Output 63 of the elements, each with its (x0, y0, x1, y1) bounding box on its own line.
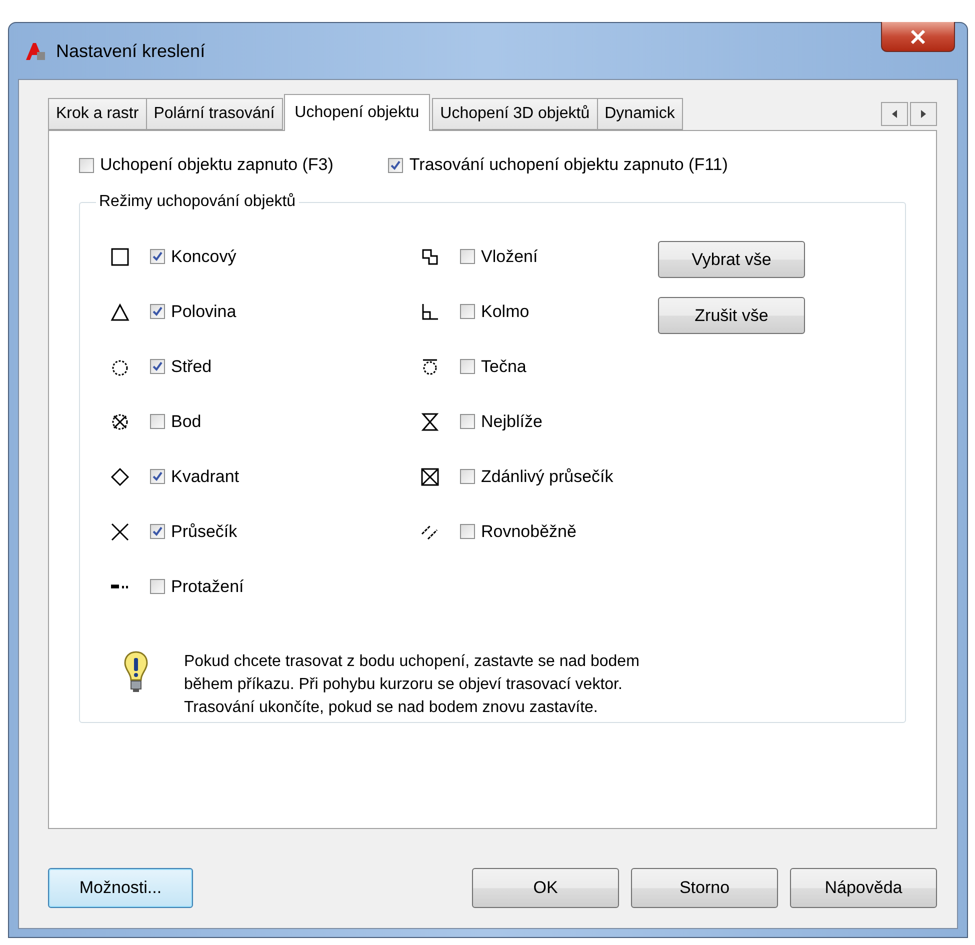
checkbox[interactable] (460, 524, 475, 539)
checkbox[interactable] (460, 414, 475, 429)
tab[interactable]: Polární trasování (146, 98, 283, 130)
checkbox-label: Střed (171, 356, 212, 376)
checkbox[interactable] (150, 524, 165, 539)
select-button[interactable]: Vybrat vše (658, 241, 805, 278)
scroll-left-button[interactable] (881, 102, 908, 126)
lightbulb-icon (123, 650, 149, 694)
checkbox[interactable] (150, 414, 165, 429)
snap-nearest-icon (420, 412, 440, 432)
checkbox-label: Průsečík (171, 522, 238, 542)
checkbox[interactable] (460, 249, 475, 264)
checkbox-label: Kvadrant (171, 466, 240, 486)
checkbox[interactable] (150, 579, 165, 594)
checkbox-label: Kolmo (481, 302, 530, 322)
snap-node-icon (110, 412, 130, 432)
snap-cross-icon (110, 522, 130, 542)
checkbox-label: Uchopení objektu zapnuto (F3) (100, 155, 334, 175)
checkbox[interactable] (150, 469, 165, 484)
checkbox-label: Koncový (171, 246, 236, 266)
snap-apparent-icon (420, 466, 440, 486)
checkbox-label: Zdánlivý průsečík (481, 466, 614, 486)
options-button[interactable]: Možnosti... (48, 868, 193, 908)
snap-extension-icon (110, 584, 130, 589)
right-arrow-icon (920, 110, 926, 118)
snap-insertion-icon (420, 246, 440, 266)
checkbox-label: Nejblíže (481, 412, 542, 432)
checkbox[interactable] (460, 469, 475, 484)
checkbox[interactable] (150, 359, 165, 374)
scroll-right-button[interactable] (910, 102, 937, 126)
dialog-button[interactable]: OK (472, 868, 619, 908)
snap-square-icon (110, 246, 130, 266)
checkbox-label: Bod (171, 412, 202, 432)
select-button[interactable]: Zrušit vše (658, 297, 805, 334)
checkbox-label: Polovina (171, 302, 236, 322)
checkbox[interactable] (460, 304, 475, 319)
snap-perpendicular-icon (420, 302, 440, 322)
hint-text: Pokud chcete trasovat z bodu uchopení, zastavte se nad bodem během příkazu. Při pohybu kurzoru se objeví trasovací vektor. Trasování ukončíte, pokud se nad bodem znovu zastavíte. (184, 652, 640, 718)
app-logo-icon (24, 40, 46, 62)
tab[interactable]: Dynamick (596, 98, 683, 130)
window-title: Nastavení kreslení (56, 40, 206, 62)
checkbox-label: Rovnoběžně (481, 522, 576, 542)
snap-triangle-icon (110, 302, 130, 322)
checkbox[interactable] (79, 158, 94, 172)
tab[interactable]: Uchopení objektu (284, 94, 430, 131)
checkbox-label: Trasování uchopení objektu zapnuto (F11) (409, 155, 728, 175)
dialog-button[interactable]: Storno (631, 868, 778, 908)
checkbox[interactable] (460, 359, 475, 374)
close-icon (910, 30, 926, 44)
checkbox[interactable] (388, 158, 404, 172)
tab[interactable]: Krok a rastr (48, 98, 147, 130)
checkbox-label: Protažení (171, 576, 244, 596)
left-arrow-icon (892, 110, 898, 118)
checkbox[interactable] (150, 249, 165, 264)
snap-tangent-icon (420, 356, 440, 376)
close-button[interactable] (881, 22, 955, 52)
group-title: Režimy uchopování objektů (98, 193, 297, 211)
tab[interactable]: Uchopení 3D objektů (432, 98, 598, 130)
checkbox-label: Vložení (481, 246, 538, 266)
snap-diamond-icon (110, 466, 130, 486)
dialog-button[interactable]: Nápověda (790, 868, 937, 908)
checkbox[interactable] (150, 304, 165, 319)
checkbox-label: Tečna (481, 356, 526, 376)
